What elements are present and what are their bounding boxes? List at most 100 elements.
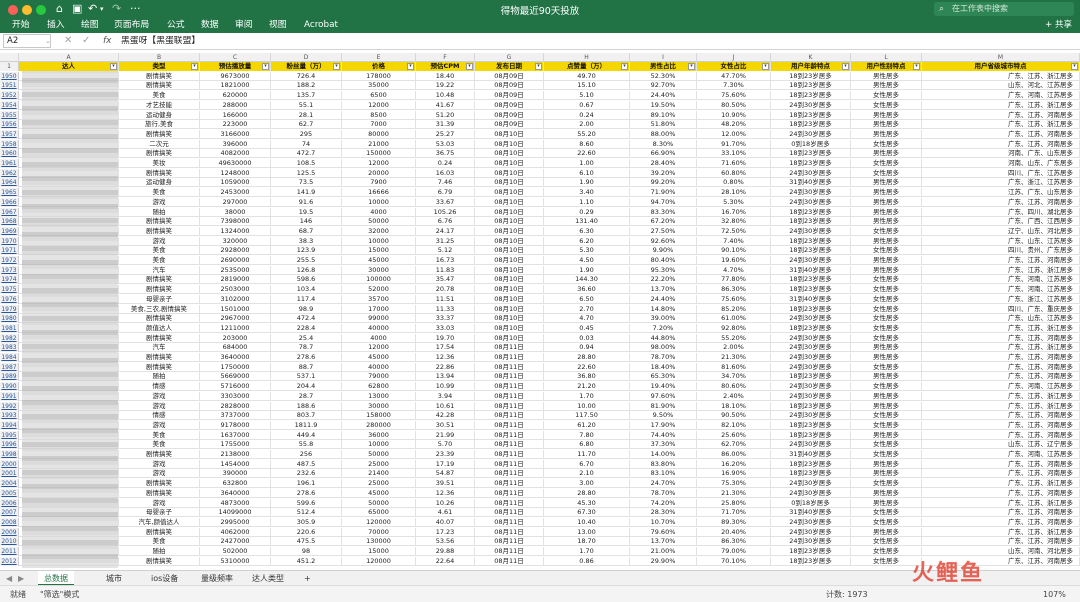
- table-cell[interactable]: 86.30%: [697, 285, 771, 295]
- table-cell[interactable]: 08月09日: [475, 110, 544, 120]
- table-cell[interactable]: 08月10日: [475, 178, 544, 188]
- table-cell[interactable]: 475.5: [271, 537, 342, 547]
- table-cell[interactable]: 10.90%: [697, 110, 771, 120]
- table-cell[interactable]: 79.60%: [630, 527, 697, 537]
- table-cell[interactable]: 89.10%: [630, 110, 697, 120]
- table-cell[interactable]: 48.20%: [697, 120, 771, 130]
- table-cell[interactable]: 08月10日: [475, 246, 544, 256]
- table-cell[interactable]: 451.2: [271, 556, 342, 566]
- tab-acrobat[interactable]: Acrobat: [304, 19, 338, 31]
- table-cell[interactable]: 女性居多: [851, 294, 922, 304]
- header-cell[interactable]: 预估CPM ▾: [416, 62, 475, 71]
- table-cell[interactable]: 剧情搞笑: [119, 285, 200, 295]
- zoom-level[interactable]: 107%: [1043, 588, 1066, 601]
- table-cell[interactable]: 97.60%: [630, 391, 697, 401]
- table-cell[interactable]: 188.2: [271, 81, 342, 91]
- table-cell[interactable]: 08月11日: [475, 343, 544, 353]
- table-cell[interactable]: 男性居多: [851, 197, 922, 207]
- table-cell[interactable]: 61.00%: [697, 314, 771, 324]
- table-cell[interactable]: 18.40: [416, 71, 475, 81]
- table-cell[interactable]: 广东、江苏、河南居多: [922, 256, 1080, 265]
- table-cell[interactable]: 2690000: [200, 256, 271, 265]
- table-cell[interactable]: 31.25: [416, 236, 475, 246]
- table-cell[interactable]: 剧情搞笑: [119, 362, 200, 372]
- column-header-c[interactable]: C: [200, 53, 271, 62]
- table-cell[interactable]: 08月10日: [475, 188, 544, 198]
- table-cell[interactable]: 52.30%: [630, 71, 697, 81]
- table-cell[interactable]: 母婴亲子: [119, 294, 200, 304]
- table-cell[interactable]: 女性居多: [851, 168, 922, 178]
- table-cell[interactable]: 11.70: [544, 450, 630, 459]
- row-number[interactable]: 1956: [0, 120, 19, 130]
- table-cell[interactable]: 24.70%: [630, 479, 697, 489]
- table-cell[interactable]: 剧情搞笑: [119, 81, 200, 91]
- table-cell[interactable]: 10.70%: [630, 517, 697, 527]
- row-number[interactable]: 1961: [0, 159, 19, 168]
- table-cell[interactable]: 9178000: [200, 420, 271, 430]
- column-header-m[interactable]: M: [922, 53, 1080, 62]
- table-cell[interactable]: 08月09日: [475, 120, 544, 130]
- table-cell[interactable]: 18.10%: [697, 401, 771, 411]
- table-cell[interactable]: 美食: [119, 537, 200, 547]
- table-cell[interactable]: 0.86: [544, 556, 630, 566]
- table-cell[interactable]: 08月11日: [475, 537, 544, 547]
- table-cell[interactable]: 08月10日: [475, 275, 544, 285]
- filter-dropdown-icon[interactable]: ▾: [913, 63, 920, 70]
- table-cell[interactable]: 08月11日: [475, 508, 544, 518]
- table-cell[interactable]: 广东、江苏、浙江居多: [922, 323, 1080, 333]
- tab-review[interactable]: 审阅: [235, 19, 253, 31]
- table-cell[interactable]: 141.9: [271, 188, 342, 198]
- table-cell[interactable]: 295: [271, 129, 342, 139]
- row-number[interactable]: 2000: [0, 459, 19, 469]
- row-number[interactable]: 1993: [0, 411, 19, 421]
- table-cell[interactable]: 男性居多: [851, 265, 922, 275]
- table-cell[interactable]: 130000: [342, 537, 416, 547]
- table-cell[interactable]: 79.00%: [697, 547, 771, 556]
- table-cell[interactable]: 广东、江苏、浙江居多: [922, 401, 1080, 411]
- table-cell[interactable]: 10.26: [416, 498, 475, 508]
- table-cell[interactable]: 24到30岁居多: [771, 343, 851, 353]
- table-cell[interactable]: 36.75: [416, 149, 475, 159]
- table-cell[interactable]: 24到30岁居多: [771, 226, 851, 236]
- table-cell[interactable]: 36.60: [544, 285, 630, 295]
- table-cell[interactable]: 19.60%: [697, 256, 771, 265]
- table-cell[interactable]: 广东、江苏、河南居多: [922, 197, 1080, 207]
- table-cell[interactable]: 31到40岁居多: [771, 294, 851, 304]
- table-cell[interactable]: 24到30岁居多: [771, 188, 851, 198]
- table-cell[interactable]: 35700: [342, 294, 416, 304]
- table-cell[interactable]: 08月10日: [475, 149, 544, 159]
- table-cell[interactable]: 17.54: [416, 343, 475, 353]
- table-cell[interactable]: 5.30%: [697, 197, 771, 207]
- table-cell[interactable]: 1811.9: [271, 420, 342, 430]
- table-cell[interactable]: 33.10%: [697, 149, 771, 159]
- table-cell[interactable]: 16.73: [416, 256, 475, 265]
- table-cell[interactable]: 汽车: [119, 343, 200, 353]
- row-number[interactable]: 1: [0, 62, 19, 71]
- table-cell[interactable]: 随拍: [119, 207, 200, 217]
- table-cell[interactable]: 632800: [200, 479, 271, 489]
- table-cell[interactable]: 剧情搞笑: [119, 71, 200, 81]
- table-cell[interactable]: 3737000: [200, 411, 271, 421]
- table-cell[interactable]: 1821000: [200, 81, 271, 91]
- table-cell[interactable]: 女性居多: [851, 382, 922, 392]
- table-cell[interactable]: 4062000: [200, 527, 271, 537]
- table-cell[interactable]: 6.70: [544, 459, 630, 469]
- table-cell[interactable]: 17.19: [416, 459, 475, 469]
- table-cell[interactable]: 08月11日: [475, 430, 544, 440]
- header-cell[interactable]: 预估播放量 ▾: [200, 62, 271, 71]
- table-cell[interactable]: 22.60: [544, 362, 630, 372]
- table-cell[interactable]: 65.30%: [630, 372, 697, 382]
- table-cell[interactable]: 18到23岁居多: [771, 547, 851, 556]
- table-cell[interactable]: 08月10日: [475, 294, 544, 304]
- header-cell[interactable]: 粉丝量（万） ▾: [271, 62, 342, 71]
- table-cell[interactable]: 0.45: [544, 323, 630, 333]
- table-cell[interactable]: 15000: [342, 547, 416, 556]
- table-cell[interactable]: 80.60%: [697, 382, 771, 392]
- table-cell[interactable]: 98: [271, 547, 342, 556]
- table-cell[interactable]: 女性居多: [851, 508, 922, 518]
- table-cell[interactable]: 16.70%: [697, 207, 771, 217]
- table-cell[interactable]: 广东、广西、江西居多: [922, 217, 1080, 227]
- table-cell[interactable]: 10.48: [416, 91, 475, 101]
- tab-draw[interactable]: 绘图: [81, 19, 99, 31]
- table-cell[interactable]: 320000: [200, 236, 271, 246]
